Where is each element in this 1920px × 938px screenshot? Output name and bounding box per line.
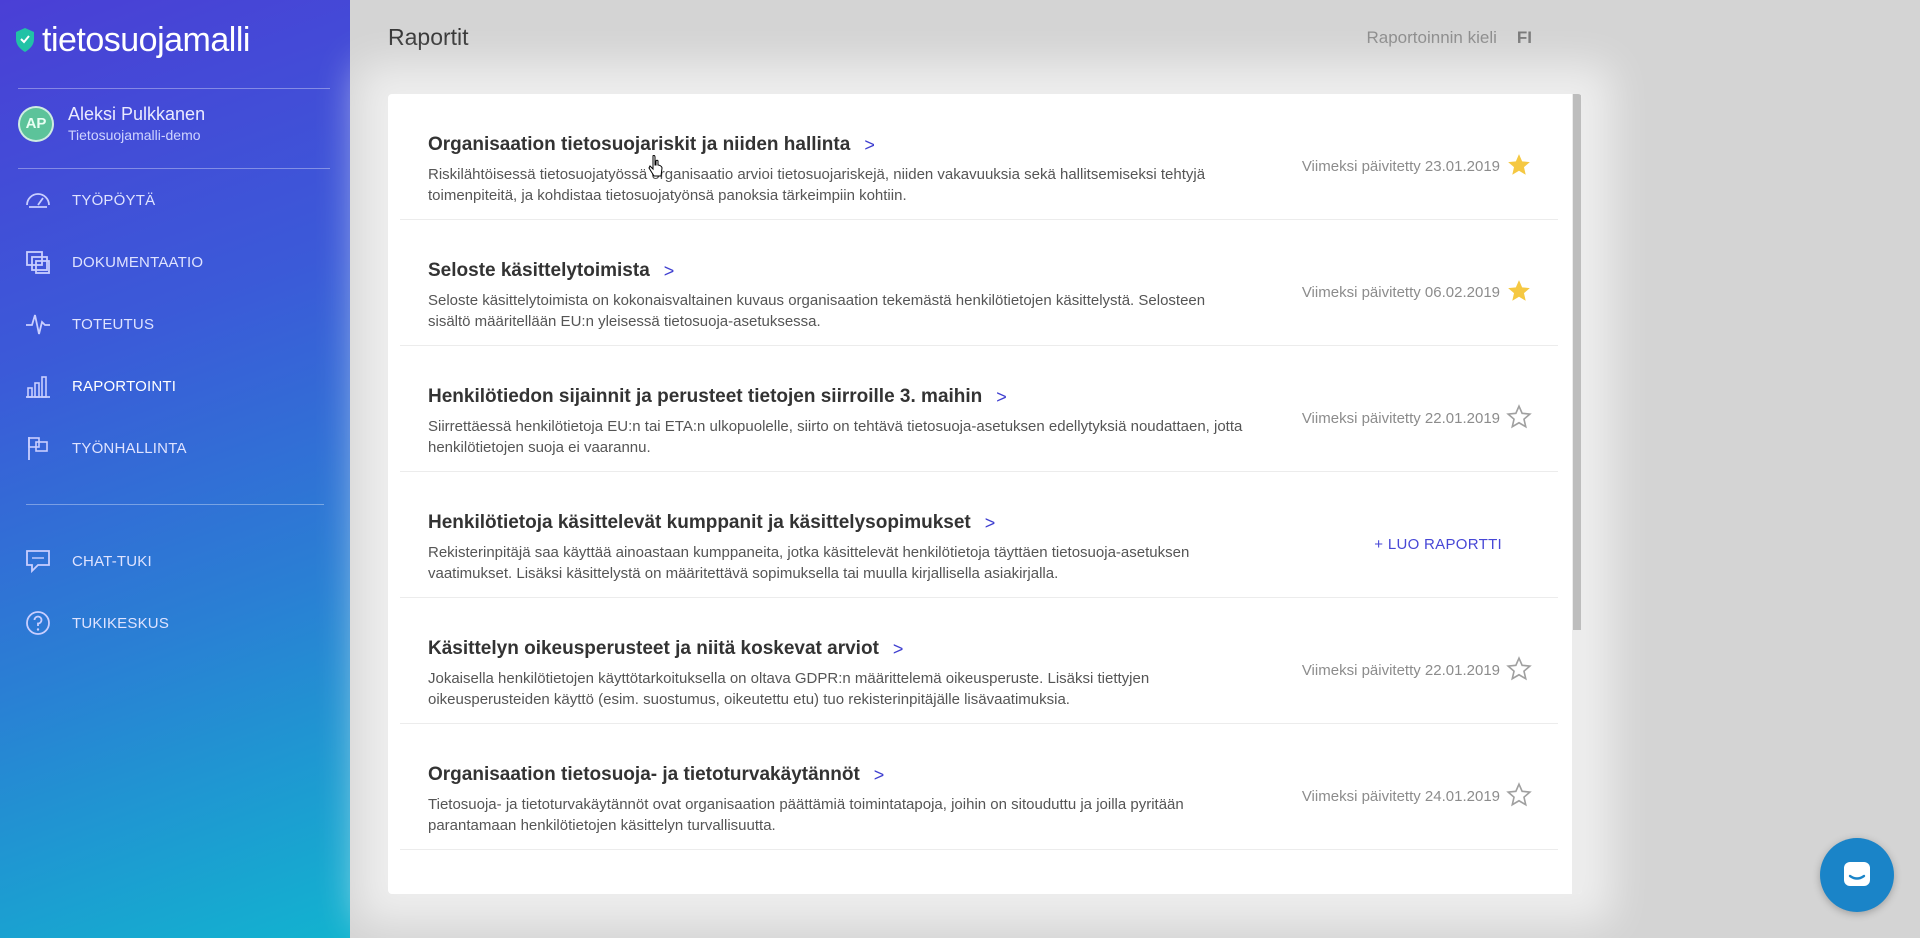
report-title: Seloste käsittelytoimista	[428, 260, 650, 281]
scrollbar[interactable]	[1572, 94, 1582, 894]
chevron-right-icon: >	[864, 134, 875, 155]
nav-label: RAPORTOINTI	[72, 377, 177, 395]
star-outline-icon[interactable]	[1506, 782, 1532, 808]
report-title: Henkilötietoja käsittelevät kumppanit ja…	[428, 512, 971, 533]
create-report-button[interactable]: + LUO RAPORTTI	[1374, 536, 1502, 553]
user-profile[interactable]: AP Aleksi Pulkkanen Tietosuojamalli-demo	[18, 104, 205, 143]
main-content: Raportit Raportoinnin kieli FI Organisaat…	[350, 0, 1920, 938]
report-row: Henkilötiedon sijainnit ja perusteet tie…	[400, 346, 1558, 472]
help-icon	[26, 611, 50, 635]
report-description: Seloste käsittelytoimista on kokonaisval…	[428, 292, 1206, 330]
chevron-right-icon: >	[984, 512, 996, 533]
report-title-link[interactable]: Organisaation tietosuojariskit ja niiden…	[428, 134, 875, 156]
nav-item-tyonhallinta[interactable]: TYÖNHALLINTA	[24, 428, 187, 468]
report-description: Tietosuoja- ja tietoturvakäytännöt ovat …	[428, 796, 1184, 834]
report-title: Organisaation tietosuojariskit ja niiden…	[428, 134, 851, 155]
shield-logo-icon	[16, 28, 34, 52]
star-filled-icon[interactable]	[1506, 152, 1532, 178]
report-row: Käsittelyn oikeusperusteet ja niitä kosk…	[400, 598, 1558, 724]
sidebar-divider	[18, 168, 330, 169]
bar-chart-icon	[26, 376, 50, 398]
report-title-link[interactable]: Seloste käsittelytoimista >	[428, 260, 674, 282]
report-title: Käsittelyn oikeusperusteet ja niitä kosk…	[428, 638, 879, 659]
nav-item-tyopoyta[interactable]: TYÖPÖYTÄ	[24, 180, 155, 220]
documents-icon	[26, 251, 50, 274]
report-row: Henkilötietoja käsittelevät kumppanit ja…	[400, 472, 1558, 598]
report-description: Rekisterinpitäjä saa käyttää ainoastaan …	[428, 544, 1190, 582]
report-updated: Viimeksi päivitetty 24.01.2019	[1301, 788, 1500, 805]
nav-label: TUKIKESKUS	[72, 614, 170, 632]
user-org: Tietosuojamalli-demo	[68, 127, 201, 143]
nav-label: TOTEUTUS	[72, 315, 155, 333]
chevron-right-icon: >	[892, 638, 904, 659]
brand-logo[interactable]: tietosuojamalli	[14, 20, 250, 59]
star-outline-icon[interactable]	[1506, 404, 1532, 430]
nav-item-raportointi[interactable]: RAPORTOINTI	[24, 366, 176, 406]
report-updated: Viimeksi päivitetty 22.01.2019	[1301, 410, 1500, 427]
chat-launcher-button[interactable]	[1820, 838, 1894, 912]
nav-label: TYÖNHALLINTA	[72, 439, 187, 457]
page-title: Raportit	[388, 24, 469, 50]
reports-list: Organisaation tietosuojariskit ja niiden…	[388, 94, 1582, 894]
star-filled-icon[interactable]	[1506, 278, 1532, 304]
language-value[interactable]: FI	[1517, 28, 1532, 47]
report-updated: Viimeksi päivitetty 22.01.2019	[1301, 662, 1500, 679]
nav-item-tukikeskus[interactable]: TUKIKESKUS	[24, 603, 169, 643]
star-outline-icon[interactable]	[1506, 656, 1532, 682]
nav-item-toteutus[interactable]: TOTEUTUS	[24, 304, 154, 344]
nav-item-chat-tuki[interactable]: CHAT-TUKI	[24, 541, 152, 581]
sidebar-divider	[18, 88, 330, 89]
pulse-icon	[26, 314, 50, 335]
report-description: Jokaisella henkilötietojen käyttötarkoit…	[428, 670, 1150, 708]
nav-label: TYÖPÖYTÄ	[72, 191, 156, 209]
sidebar-divider	[26, 504, 324, 505]
report-row: Seloste käsittelytoimista > Seloste käsit…	[400, 220, 1558, 346]
chat-icon	[26, 550, 50, 574]
sidebar: tietosuojamalli AP Aleksi Pulkkanen Tiet…	[0, 0, 350, 938]
report-description: Riskilähtöisessä tietosuojatyössä organi…	[428, 166, 1206, 204]
report-description: Siirrettäessä henkilötietoja EU:n tai ET…	[428, 418, 1243, 456]
nav-item-dokumentaatio[interactable]: DOKUMENTAATIO	[24, 242, 203, 282]
nav-label: CHAT-TUKI	[72, 552, 152, 570]
scrollbar-thumb[interactable]	[1573, 94, 1581, 630]
brand-name: tietosuojamalli	[42, 20, 250, 59]
dashboard-icon	[26, 193, 50, 208]
report-title-link[interactable]: Henkilötiedon sijainnit ja perusteet tie…	[428, 386, 1007, 408]
report-title: Organisaation tietosuoja- ja tietoturvak…	[428, 764, 860, 785]
chevron-right-icon: >	[873, 764, 885, 785]
language-label: Raportoinnin kieli	[1366, 28, 1497, 47]
report-updated: Viimeksi päivitetty 06.02.2019	[1301, 284, 1500, 301]
report-updated: Viimeksi päivitetty 23.01.2019	[1301, 158, 1500, 175]
report-language[interactable]: Raportoinnin kieli FI	[1366, 28, 1532, 48]
user-name: Aleksi Pulkkanen	[68, 104, 206, 124]
report-title-link[interactable]: Henkilötietoja käsittelevät kumppanit ja…	[428, 512, 995, 534]
mouse-cursor-icon	[648, 155, 663, 177]
report-title-link[interactable]: Organisaation tietosuoja- ja tietoturvak…	[428, 764, 884, 786]
chevron-right-icon: >	[996, 386, 1007, 407]
report-row: Organisaation tietosuoja- ja tietoturvak…	[400, 724, 1558, 850]
flag-icon	[28, 437, 48, 460]
chevron-right-icon: >	[663, 260, 675, 281]
avatar: AP	[18, 105, 54, 142]
report-title-link[interactable]: Käsittelyn oikeusperusteet ja niitä kosk…	[428, 638, 903, 660]
chat-bubble-icon	[1844, 862, 1870, 886]
report-row: Organisaation tietosuojariskit ja niiden…	[400, 94, 1558, 220]
report-title: Henkilötiedon sijainnit ja perusteet tie…	[428, 386, 983, 407]
nav-label: DOKUMENTAATIO	[72, 253, 204, 271]
